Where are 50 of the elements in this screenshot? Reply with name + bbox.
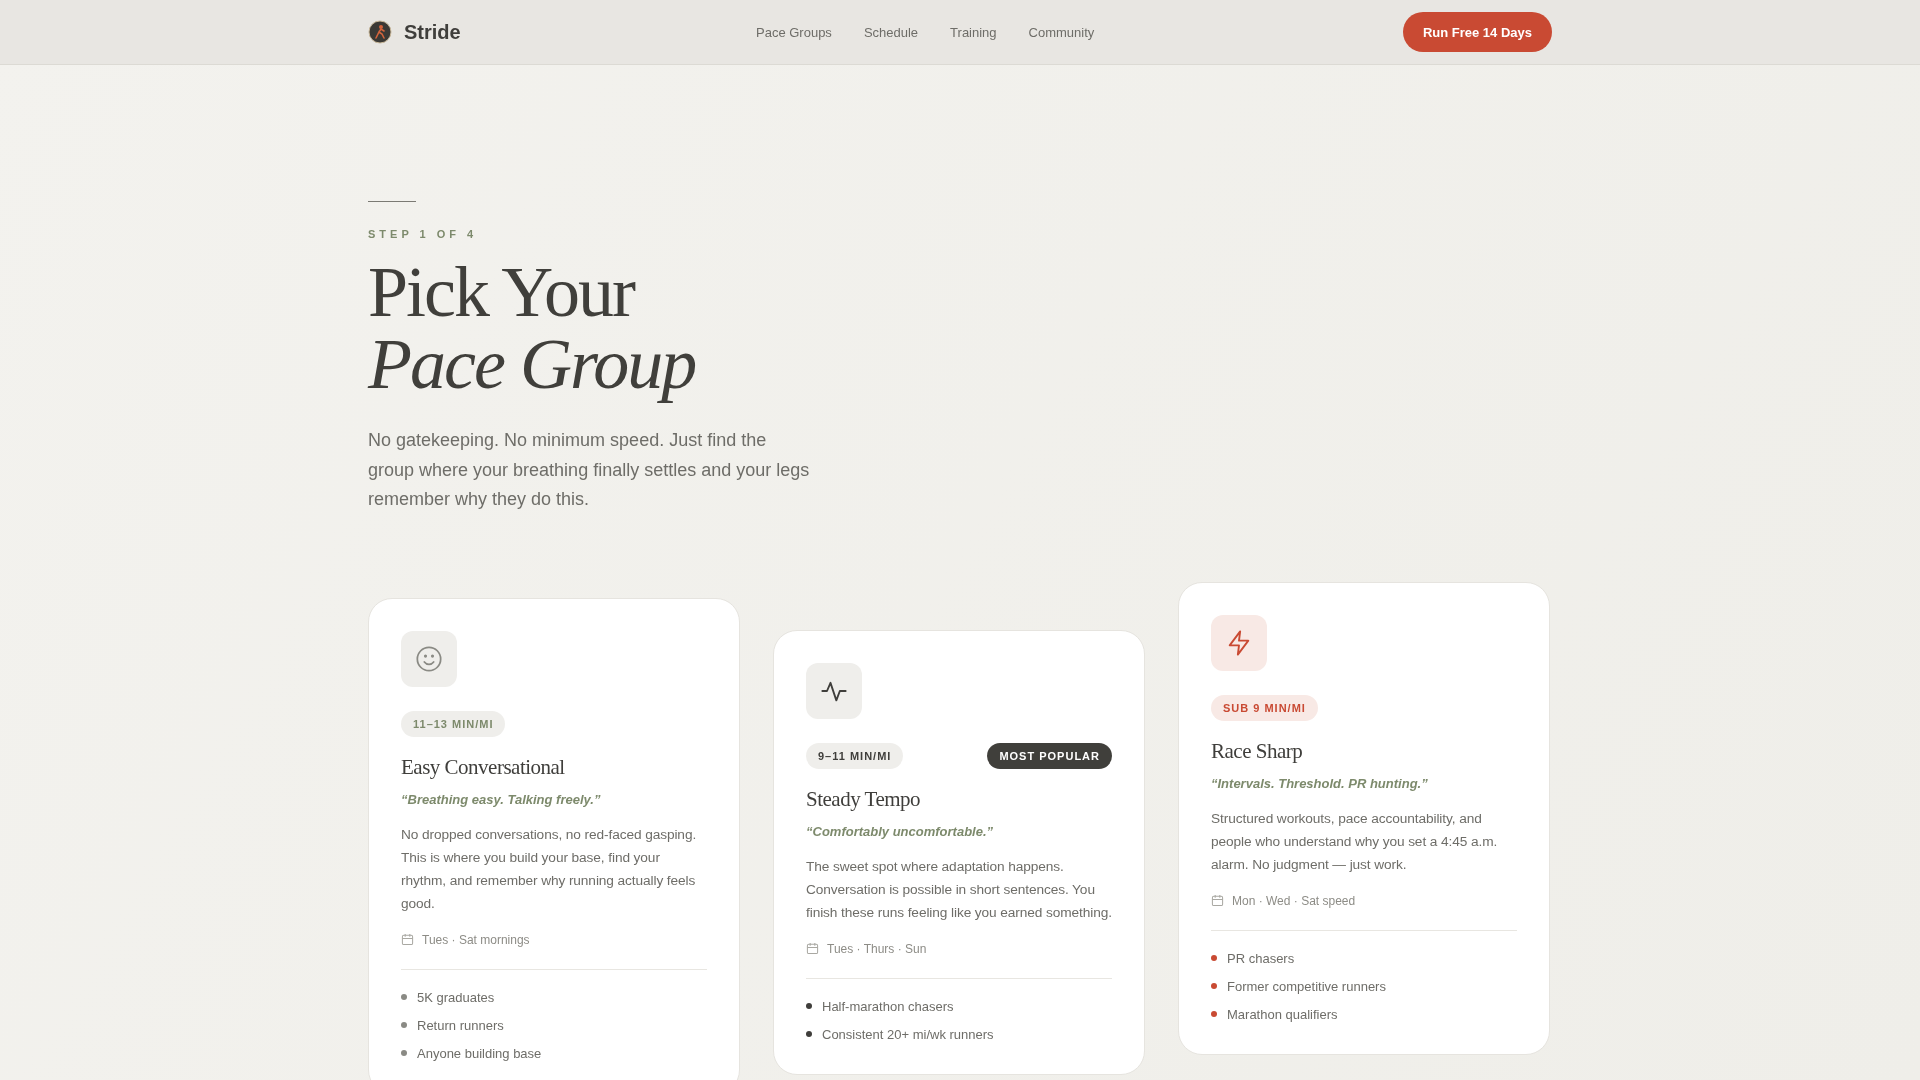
audience-item: Return runners (417, 1017, 504, 1033)
pace-group-card[interactable] (368, 597, 740, 1080)
group-tagline: “Breathing easy. Talking freely.” (401, 791, 602, 807)
pace-group-card[interactable] (773, 629, 1145, 1075)
brand-name[interactable]: Stride (404, 20, 461, 44)
audience-item: Marathon qualifiers (1227, 1006, 1338, 1022)
bullet-dot (401, 1022, 407, 1028)
group-tagline: “Intervals. Threshold. PR hunting.” (1211, 775, 1429, 791)
page-title-italic: Pace Group (368, 330, 697, 402)
nav-link[interactable]: Community (1028, 24, 1095, 40)
audience-item: Anyone building base (417, 1045, 542, 1061)
step-label: STEP 1 OF 4 (368, 228, 479, 240)
bullet-dot (401, 994, 407, 1000)
group-name: Easy Conversational (401, 754, 566, 780)
nav-link[interactable]: Schedule (863, 24, 919, 40)
bullet-dot (401, 1050, 407, 1056)
logo-icon (368, 20, 392, 44)
calendar-icon (401, 933, 414, 946)
page-title: Pick Your (368, 258, 636, 330)
intro-paragraph: No gatekeeping. No minimum speed. Just find the group where your breathing finally settles and your legs remember why they do this. (368, 429, 811, 511)
pace-group-card[interactable] (1178, 581, 1550, 1055)
group-description: Structured workouts, pace accountability, and people who understand why you set a 4:45 a.m. alarm. No judgment — just work. (1211, 809, 1499, 874)
audience-item: PR chasers (1227, 950, 1295, 966)
bullet-dot (806, 1003, 812, 1009)
popular-badge: MOST POPULAR (987, 742, 1112, 769)
nav-link[interactable]: Pace Groups (756, 24, 832, 40)
bullet-dot (1211, 1011, 1217, 1017)
audience-item: Half-marathon chasers (822, 998, 954, 1014)
smiley-icon (415, 644, 443, 673)
audience-item: Consistent 20+ mi/wk runners (822, 1026, 994, 1042)
group-description: No dropped conversations, no red-faced gasping. This is where you build your base, find your rhythm, and remember why running actually feels good. (401, 825, 698, 913)
nav-link[interactable]: Training (950, 24, 997, 40)
pace-tag: 9–11 MIN/MI (806, 742, 904, 769)
group-name: Race Sharp (1211, 738, 1304, 764)
bullet-dot (806, 1031, 812, 1037)
group-tagline: “Comfortably uncomfortable.” (806, 823, 995, 839)
schedule-text: Tues · Sat mornings (422, 932, 530, 947)
pace-tag: 11–13 MIN/MI (401, 710, 506, 737)
pace-tag: SUB 9 MIN/MI (1211, 694, 1318, 721)
cta-button[interactable]: Run Free 14 Days (1402, 12, 1552, 52)
schedule-text: Mon · Wed · Sat speed (1232, 893, 1356, 908)
bullet-dot (1211, 983, 1217, 989)
group-name: Steady Tempo (806, 786, 922, 812)
schedule-text: Tues · Thurs · Sun (827, 941, 927, 956)
calendar-icon (806, 942, 819, 955)
bullet-dot (1211, 955, 1217, 961)
group-description: The sweet spot where adaptation happens. Conversation is possible in short sentences. You finish these runs feeling like you earned something. (806, 857, 1112, 922)
calendar-icon (1211, 894, 1224, 907)
audience-item: Former competitive runners (1227, 978, 1386, 994)
audience-item: 5K graduates (417, 989, 495, 1005)
